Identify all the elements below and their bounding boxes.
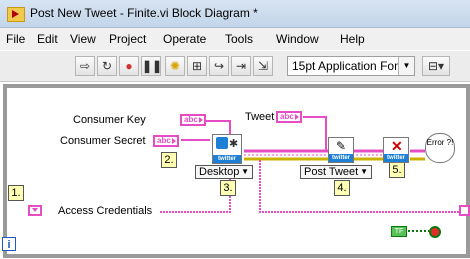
boolean-constant[interactable]: TF <box>391 226 407 237</box>
stop-terminal-icon[interactable] <box>429 226 441 238</box>
step-over-icon[interactable]: ⇥ <box>231 56 251 76</box>
spark-icon: ✱ <box>229 138 239 150</box>
error-handler-text: Error ?! <box>426 138 454 147</box>
run-arrow-icon[interactable]: ⇨ <box>75 56 95 76</box>
window-titlebar: Post New Tweet - Finite.vi Block Diagram… <box>0 0 470 28</box>
menu-help[interactable]: Help <box>340 32 365 46</box>
twitter-open-vi-icon[interactable]: ✱ twitter <box>212 134 242 164</box>
menu-edit[interactable]: Edit <box>37 32 58 46</box>
connect-icon <box>216 137 228 149</box>
menu-tools[interactable]: Tools <box>225 32 253 46</box>
retain-wire-values-icon[interactable]: ⊞ <box>187 56 207 76</box>
step-box-2: 2. <box>161 152 177 168</box>
shift-register-arrow-icon <box>32 208 38 212</box>
chevron-down-icon: ▼ <box>241 167 249 176</box>
menu-project[interactable]: Project <box>109 32 146 46</box>
font-select-value: 15pt Application Font <box>292 59 405 73</box>
wire-tweet <box>303 116 327 152</box>
step-box-4: 4. <box>334 180 350 196</box>
step-into-icon[interactable]: ↪ <box>209 56 229 76</box>
step-box-1: 1. <box>8 185 24 201</box>
tweet-label: Tweet <box>245 111 275 123</box>
menu-file[interactable]: File <box>6 32 25 46</box>
shift-register-right[interactable] <box>459 205 470 216</box>
access-credentials-label: Access Credentials <box>58 205 153 217</box>
consumer-key-label: Consumer Key <box>73 114 146 126</box>
close-icon: ✕ <box>391 138 403 154</box>
desktop-ring[interactable]: Desktop ▼ <box>195 165 253 179</box>
menu-bar: File Edit View Project Operate Tools Win… <box>0 28 470 50</box>
font-select[interactable]: 15pt Application Font ▼ <box>287 56 415 76</box>
highlight-execution-icon[interactable]: ✺ <box>165 56 185 76</box>
window-title: Post New Tweet - Finite.vi Block Diagram… <box>30 6 258 20</box>
loop-iteration-terminal[interactable]: i <box>2 237 16 251</box>
menu-window[interactable]: Window <box>276 32 319 46</box>
chevron-down-icon[interactable]: ▼ <box>398 57 414 75</box>
post-tweet-ring[interactable]: Post Tweet ▼ <box>300 165 372 179</box>
menu-operate[interactable]: Operate <box>163 32 206 46</box>
chevron-down-icon: ▼ <box>360 167 368 176</box>
string-badge: abc <box>157 136 171 145</box>
pencil-icon: ✎ <box>336 139 347 153</box>
consumer-secret-label: Consumer Secret <box>60 135 146 147</box>
consumer-key-control[interactable]: abc <box>180 114 206 126</box>
string-badge: abc <box>280 112 294 121</box>
error-handler-icon[interactable]: Error ?! <box>425 133 455 163</box>
wire-consumer-key <box>206 120 231 134</box>
string-badge: abc <box>184 115 198 124</box>
consumer-secret-control[interactable]: abc <box>153 135 179 147</box>
toolbar: ⇨ ↻ ● ❚❚ ✺ ⊞ ↪ ⇥ ⇲ 15pt Application Font… <box>0 51 470 82</box>
menu-view[interactable]: View <box>70 32 96 46</box>
tweet-control[interactable]: abc <box>276 111 302 123</box>
run-continuously-icon[interactable]: ↻ <box>97 56 117 76</box>
post-tweet-ring-value: Post Tweet <box>304 166 359 178</box>
twitter-post-vi-icon[interactable]: ✎ twitter <box>328 137 354 163</box>
twitter-close-vi-icon[interactable]: ✕ twitter <box>383 137 409 163</box>
step-box-3: 3. <box>220 180 236 196</box>
pause-icon[interactable]: ❚❚ <box>141 56 162 76</box>
twitter-band: twitter <box>213 155 241 163</box>
align-objects-icon[interactable]: ⊟▾ <box>422 56 450 76</box>
access-credentials-tunnel[interactable] <box>28 205 42 216</box>
desktop-ring-value: Desktop <box>199 166 240 178</box>
twitter-band: twitter <box>329 154 353 162</box>
labview-app-icon <box>7 7 25 22</box>
twitter-band: twitter <box>384 154 408 162</box>
abort-icon[interactable]: ● <box>119 56 139 76</box>
step-box-5: 5. <box>389 162 405 178</box>
step-out-icon[interactable]: ⇲ <box>253 56 273 76</box>
